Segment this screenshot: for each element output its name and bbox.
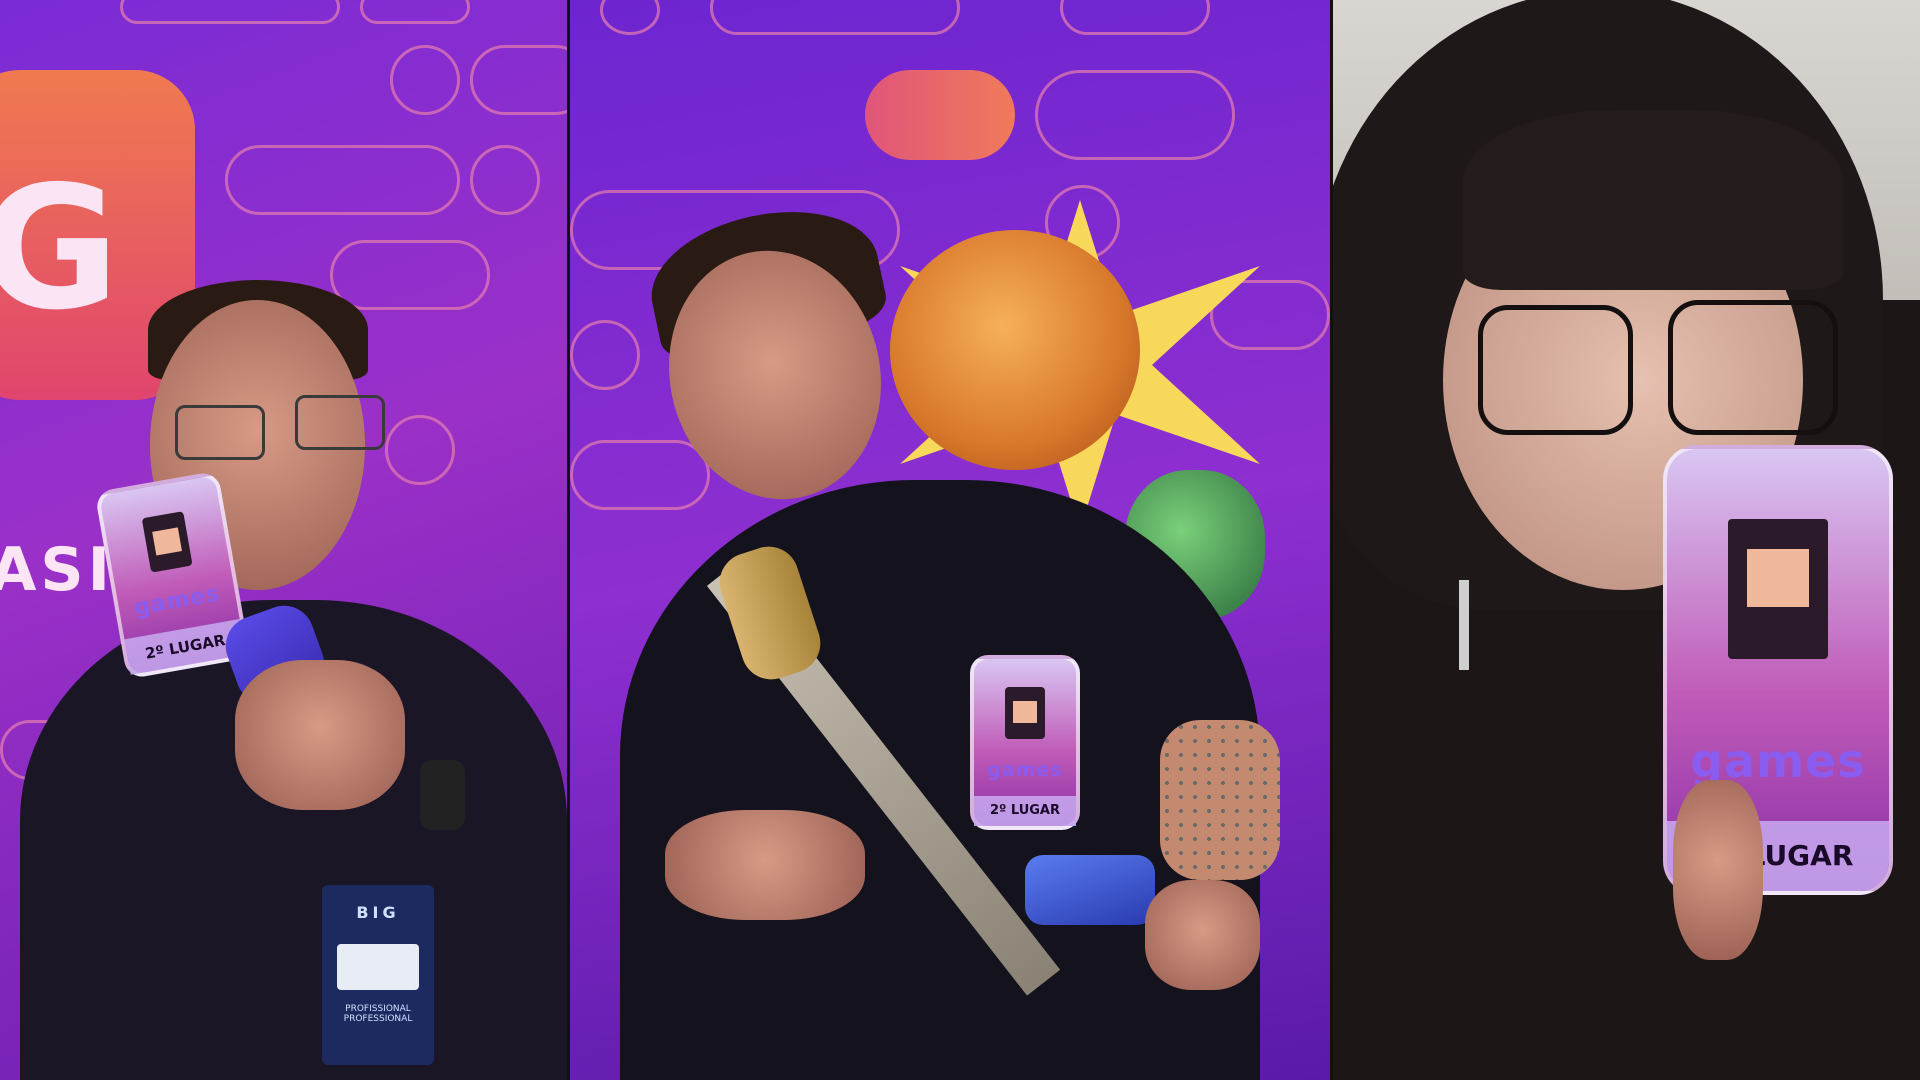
- trophy-brand: games: [987, 759, 1063, 781]
- backdrop-circle: [600, 0, 660, 35]
- earring-icon: [1459, 580, 1469, 670]
- backdrop-pill: [1060, 0, 1210, 35]
- badge-role-pt: PROFISSIONAL: [345, 1004, 411, 1014]
- glasses-icon: [295, 395, 385, 450]
- trophy-award: games 2º LUGAR: [970, 655, 1080, 830]
- conference-badge: BIG PROFISSIONAL PROFESSIONAL: [322, 885, 434, 1065]
- photo-panel-right: games 2º LUGAR: [1333, 0, 1920, 1080]
- backdrop-circle: [390, 45, 460, 115]
- trophy-hand-stand: [1025, 855, 1155, 925]
- person-open-hand: [665, 810, 865, 920]
- backdrop-circle: [385, 415, 455, 485]
- backdrop-pill: [710, 0, 960, 35]
- person-bangs: [1463, 110, 1843, 290]
- person-hand: [1145, 880, 1260, 990]
- backdrop-circle: [570, 320, 640, 390]
- glasses-icon: [1668, 300, 1838, 435]
- watch-icon: [420, 760, 465, 830]
- photo-panel-left: G ASIL games 2º LUGAR BIG PROFISSIONAL P…: [0, 0, 567, 1080]
- person-hands: [235, 660, 405, 810]
- badge-logo: BIG: [356, 903, 400, 922]
- photo-collage: G ASIL games 2º LUGAR BIG PROFISSIONAL P…: [0, 0, 1920, 1080]
- backdrop-pill: [1035, 70, 1235, 160]
- photo-panel-middle: games 2º LUGAR: [570, 0, 1330, 1080]
- glasses-icon: [175, 405, 265, 460]
- trophy-place: 2º LUGAR: [974, 796, 1076, 826]
- pixel-face-icon: [1747, 549, 1809, 607]
- backdrop-pill: [330, 240, 490, 310]
- glasses-icon: [1478, 305, 1633, 435]
- trophy-brand: games: [1690, 734, 1866, 788]
- backdrop-pill: [225, 145, 460, 215]
- person-hand: [1673, 780, 1763, 960]
- backdrop-pill: [360, 0, 470, 24]
- backdrop-pill: [570, 440, 710, 510]
- backdrop-pill: [120, 0, 340, 24]
- cannon-illustration: [890, 230, 1140, 470]
- pixel-face-icon: [151, 527, 182, 556]
- pixel-face-icon: [1013, 701, 1037, 723]
- backdrop-circle: [470, 145, 540, 215]
- backdrop-pill: [470, 45, 567, 115]
- backdrop-solid-pill: [865, 70, 1015, 160]
- tattooed-arm: [1160, 720, 1280, 880]
- qr-code-icon: [337, 944, 419, 990]
- trophy-brand: games: [132, 581, 222, 621]
- badge-role-en: PROFESSIONAL: [343, 1014, 413, 1024]
